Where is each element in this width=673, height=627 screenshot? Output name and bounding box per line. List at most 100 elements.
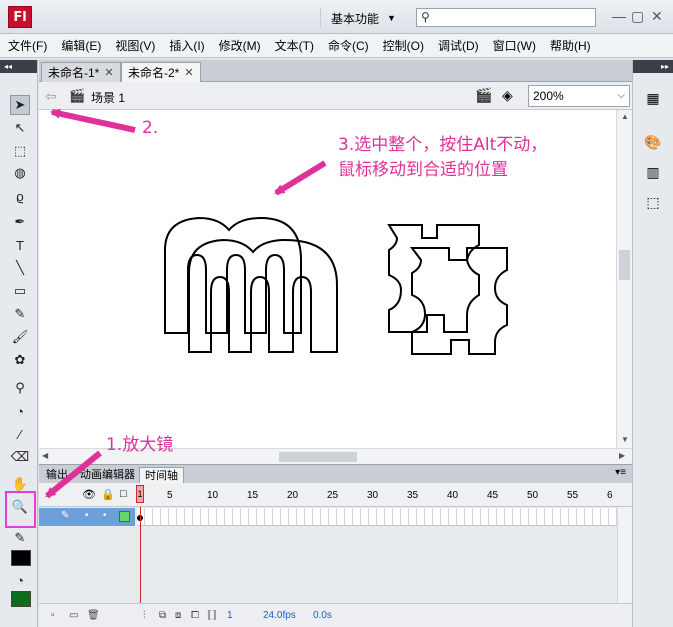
- search-input[interactable]: ⚲: [416, 8, 596, 27]
- document-area: 未命名-1* ✕ 未命名-2* ✕ ⇦ 🎬 场景 1 🎬 ◈ 200% ⌵ ▲ …: [39, 60, 632, 464]
- scene-label: 场景 1: [91, 91, 126, 105]
- stage-artwork: [164, 216, 508, 355]
- collapse-tools-icon[interactable]: ◂◂: [0, 60, 37, 73]
- layer-row[interactable]: ✎ • •: [39, 508, 135, 526]
- timeline-footer: ▫ ▭ 🗑 ⫶ ⧉ ⧈ ⧠ ⟦⟧ 1 24.0fps 0.0s: [39, 603, 632, 627]
- stroke-color-pencil-icon[interactable]: ✎: [10, 528, 30, 548]
- fill-color-swatch[interactable]: [11, 591, 31, 607]
- new-layer-icon[interactable]: ▫: [51, 610, 55, 621]
- pencil-tool-icon[interactable]: ✎: [10, 304, 30, 324]
- color-panel-icon[interactable]: 🎨: [643, 132, 663, 152]
- center-frame-icon[interactable]: ⫶: [143, 610, 146, 621]
- expand-panels-icon[interactable]: ▸▸: [633, 60, 673, 73]
- maximize-icon[interactable]: ▢: [631, 8, 644, 25]
- unlocked-dot-icon[interactable]: •: [103, 510, 107, 521]
- doc-tab-2[interactable]: 未命名-2* ✕: [121, 62, 201, 82]
- bone-tool-icon[interactable]: ⚲: [10, 378, 30, 398]
- menu-window[interactable]: 窗口(W): [493, 37, 536, 54]
- layer-outline-color[interactable]: [119, 511, 130, 522]
- subselection-tool-icon[interactable]: ↖: [10, 118, 30, 138]
- menu-file[interactable]: 文件(F): [8, 37, 47, 54]
- close-icon[interactable]: ✕: [651, 8, 663, 25]
- text-tool-icon[interactable]: T: [10, 235, 30, 255]
- edit-multiple-frames-icon[interactable]: ⧠: [191, 610, 199, 621]
- close-icon[interactable]: ✕: [104, 66, 113, 79]
- library-panel-icon[interactable]: ▥: [643, 162, 663, 182]
- timeline-tabs: 输出 动画编辑器 时间轴 ▾≡: [39, 465, 632, 483]
- title-bar: Fl 基本功能 ▼ ⚲ — ▢ ✕: [0, 0, 673, 34]
- playhead[interactable]: 1: [136, 485, 144, 503]
- frame-number: 50: [527, 490, 539, 501]
- menu-commands[interactable]: 命令(C): [328, 37, 369, 54]
- lasso-tool-icon[interactable]: ϱ: [10, 186, 30, 206]
- modify-markers-icon[interactable]: ⟦⟧: [207, 610, 217, 621]
- eyedropper-tool-icon[interactable]: ⁄: [10, 424, 30, 444]
- transform-panel-icon[interactable]: ⬚: [643, 192, 663, 212]
- paint-bucket-tool-icon[interactable]: ◔: [10, 401, 30, 421]
- edit-symbols-icon[interactable]: ◈: [502, 87, 513, 104]
- stage-vertical-scrollbar[interactable]: ▲ ▼: [616, 110, 632, 448]
- line-tool-icon[interactable]: ╲: [10, 258, 30, 278]
- onion-skin-outline-icon[interactable]: ⧈: [175, 610, 181, 621]
- timeline-scrollbar[interactable]: [617, 507, 632, 603]
- tools-panel: ◂◂ ➤ ↖ ⬚ ◍ ϱ ✒ T ╲ ▭ ✎ 🖌 ✿ ⚲ ◔ ⁄ ⌫ ✋ 🔍 ✎…: [0, 60, 38, 627]
- back-arrow-icon[interactable]: ⇦: [45, 88, 57, 105]
- properties-panel-icon[interactable]: ▦: [643, 88, 663, 108]
- workspace-switcher[interactable]: 基本功能 ▼: [320, 8, 396, 28]
- tab-timeline[interactable]: 时间轴: [139, 467, 184, 483]
- search-icon: ⚲: [421, 10, 430, 24]
- rectangle-tool-icon[interactable]: ▭: [10, 281, 30, 301]
- 3d-rotation-tool-icon[interactable]: ◍: [10, 163, 30, 183]
- zoom-value: 200%: [533, 89, 564, 103]
- menu-help[interactable]: 帮助(H): [550, 37, 591, 54]
- onion-skin-icon[interactable]: ⧉: [159, 610, 166, 621]
- menu-text[interactable]: 文本(T): [275, 37, 314, 54]
- doc-tab-1[interactable]: 未命名-1* ✕: [41, 62, 121, 82]
- playhead-line: [140, 507, 141, 617]
- frames-row[interactable]: [137, 508, 617, 526]
- lock-icon[interactable]: 🔒: [101, 488, 115, 501]
- outline-icon[interactable]: □: [120, 488, 127, 500]
- panel-menu-icon[interactable]: ▾≡: [615, 467, 626, 478]
- stage[interactable]: [39, 110, 616, 448]
- outline-x-back: [387, 224, 480, 333]
- tab-motion-editor[interactable]: 动画编辑器: [75, 467, 140, 483]
- menu-view[interactable]: 视图(V): [115, 37, 155, 54]
- menu-control[interactable]: 控制(O): [383, 37, 424, 54]
- frame-rate[interactable]: 24.0fps: [263, 610, 296, 621]
- scroll-right-icon[interactable]: ▶: [619, 451, 625, 460]
- scroll-down-icon[interactable]: ▼: [621, 435, 629, 444]
- flash-logo: Fl: [8, 6, 32, 28]
- deco-tool-icon[interactable]: ✿: [10, 350, 30, 370]
- close-icon[interactable]: ✕: [184, 66, 193, 79]
- eraser-tool-icon[interactable]: ⌫: [10, 447, 30, 467]
- menu-insert[interactable]: 插入(I): [169, 37, 204, 54]
- menu-edit[interactable]: 编辑(E): [61, 37, 101, 54]
- pen-tool-icon[interactable]: ✒: [10, 212, 30, 232]
- outline-m-back: [164, 216, 302, 334]
- menu-debug[interactable]: 调试(D): [438, 37, 479, 54]
- delete-layer-icon[interactable]: 🗑: [87, 610, 100, 621]
- visible-dot-icon[interactable]: •: [85, 510, 89, 521]
- edit-scene-icon[interactable]: 🎬: [475, 87, 492, 104]
- scroll-up-icon[interactable]: ▲: [621, 112, 629, 121]
- scroll-thumb[interactable]: [619, 250, 630, 280]
- new-folder-icon[interactable]: ▭: [69, 610, 78, 621]
- menu-modify[interactable]: 修改(M): [219, 37, 261, 54]
- stroke-color-swatch[interactable]: [11, 550, 31, 566]
- scroll-thumb[interactable]: [279, 452, 357, 462]
- zoom-select[interactable]: 200% ⌵: [528, 85, 630, 107]
- minimize-icon[interactable]: —: [612, 8, 626, 24]
- frame-number: 45: [487, 490, 499, 501]
- selection-tool-icon[interactable]: ➤: [10, 95, 30, 115]
- scene-clapper-icon: 🎬: [69, 88, 86, 103]
- annotation-step3-line2: 鼠标移动到合适的位置: [338, 160, 508, 180]
- brush-tool-icon[interactable]: 🖌: [10, 327, 30, 347]
- current-frame: 1: [227, 610, 233, 621]
- fill-color-bucket-icon[interactable]: ◔: [10, 570, 30, 590]
- tab-output[interactable]: 输出: [41, 467, 73, 483]
- eye-icon[interactable]: 👁: [82, 488, 96, 501]
- right-panel-dock: ▸▸ ▦ 🎨 ▥ ⬚: [632, 60, 673, 627]
- scroll-left-icon[interactable]: ◀: [42, 451, 48, 460]
- free-transform-tool-icon[interactable]: ⬚: [10, 141, 30, 161]
